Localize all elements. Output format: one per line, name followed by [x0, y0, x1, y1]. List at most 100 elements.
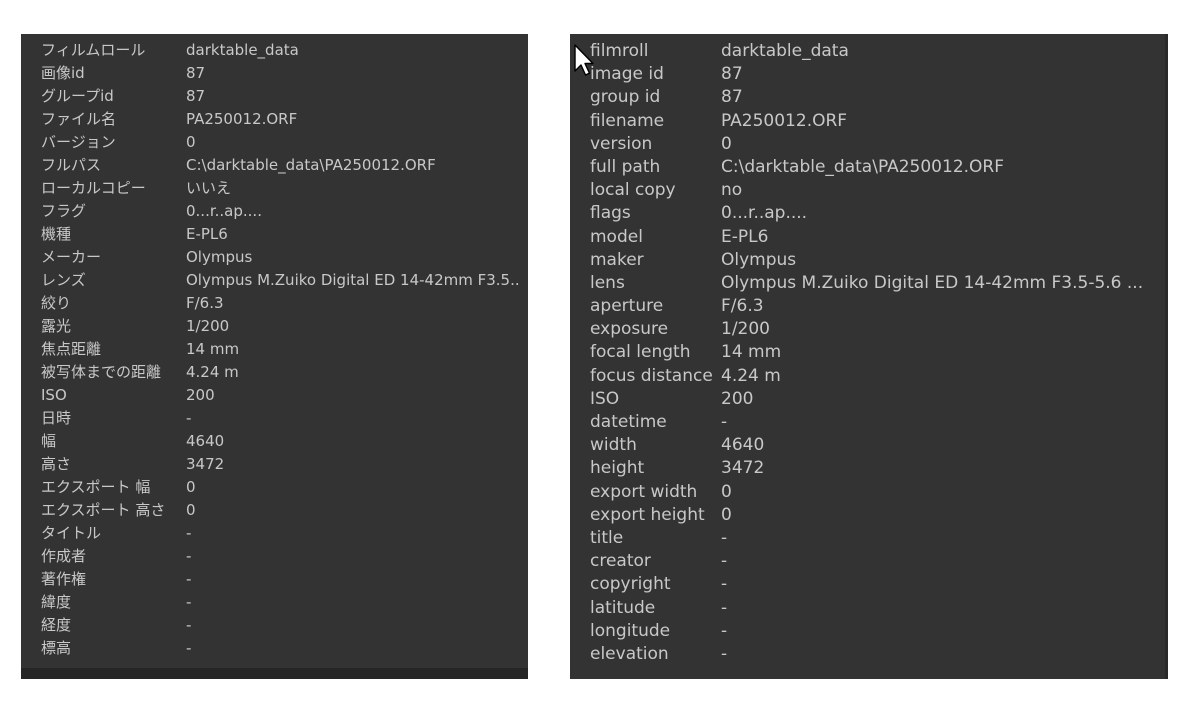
metadata-row: タイトル -	[21, 522, 528, 545]
metadata-row: focus distance 4.24 m	[570, 365, 1168, 388]
metadata-value: PA250012.ORF	[721, 110, 848, 131]
metadata-row: copyright -	[570, 573, 1168, 596]
metadata-value: Olympus	[186, 248, 253, 266]
metadata-value: 0	[186, 478, 196, 496]
metadata-value: Olympus M.Zuiko Digital ED 14-42mm F3.5.…	[186, 271, 521, 289]
metadata-label: latitude	[590, 597, 656, 618]
metadata-row: エクスポート 高さ 0	[21, 499, 528, 522]
metadata-row: image id 87	[570, 63, 1168, 86]
metadata-row: 緯度 -	[21, 591, 528, 614]
metadata-row: focal length 14 mm	[570, 341, 1168, 364]
metadata-label: 機種	[41, 225, 72, 243]
metadata-label: 画像id	[41, 64, 85, 82]
metadata-value: 0	[721, 133, 732, 154]
metadata-row: full path C:\darktable_data\PA250012.ORF	[570, 156, 1168, 179]
metadata-row: local copy no	[570, 179, 1168, 202]
metadata-value: PA250012.ORF	[186, 110, 298, 128]
metadata-row: maker Olympus	[570, 249, 1168, 272]
metadata-value: -	[186, 409, 192, 427]
metadata-row: 標高 -	[21, 637, 528, 660]
metadata-value: -	[721, 574, 728, 595]
metadata-value: -	[721, 597, 728, 618]
metadata-row: フルパス C:\darktable_data\PA250012.ORF	[21, 154, 528, 177]
metadata-value: 0	[186, 133, 196, 151]
metadata-value: Olympus M.Zuiko Digital ED 14-42mm F3.5-…	[721, 272, 1144, 293]
metadata-label: model	[590, 226, 643, 247]
metadata-label: focal length	[590, 342, 691, 363]
image-information-panel-japanese: フィルムロール darktable_data 画像id 87 グループid 87 ファイル名…	[21, 34, 528, 679]
metadata-value: C:\darktable_data\PA250012.ORF	[186, 156, 436, 174]
metadata-label: title	[590, 527, 624, 548]
metadata-value: -	[721, 620, 728, 641]
metadata-label: 日時	[41, 409, 72, 427]
metadata-value: darktable_data	[721, 41, 849, 61]
metadata-label: タイトル	[41, 524, 102, 542]
metadata-label: lens	[590, 272, 625, 293]
metadata-value: 200	[186, 386, 215, 404]
metadata-value: E-PL6	[721, 226, 769, 247]
metadata-label: 作成者	[41, 547, 87, 565]
metadata-value: 87	[721, 87, 743, 108]
metadata-value: 14 mm	[186, 340, 240, 358]
metadata-value: C:\darktable_data\PA250012.ORF	[721, 156, 1005, 177]
metadata-label: focus distance	[590, 365, 713, 386]
metadata-label: exposure	[590, 319, 669, 340]
metadata-label: 絞り	[41, 294, 72, 312]
metadata-value: いいえ	[186, 179, 232, 197]
panel-right-edge	[1165, 34, 1168, 679]
metadata-label: グループid	[41, 87, 114, 105]
metadata-row: ファイル名 PA250012.ORF	[21, 108, 528, 131]
metadata-row: 高さ 3472	[21, 453, 528, 476]
metadata-list: filmroll darktable_data image id 87 group id…	[570, 40, 1168, 666]
metadata-row: グループid 87	[21, 85, 528, 108]
metadata-value: 4640	[186, 432, 225, 450]
metadata-value: 0...r..ap....	[186, 202, 262, 220]
image-information-panel-english: filmroll darktable_data image id 87 group id…	[570, 34, 1168, 679]
metadata-row: メーカー Olympus	[21, 246, 528, 269]
metadata-label: version	[590, 133, 653, 154]
metadata-label: フルパス	[41, 156, 102, 174]
metadata-row: elevation -	[570, 643, 1168, 666]
metadata-label: レンズ	[41, 271, 86, 289]
metadata-row: フラグ 0...r..ap....	[21, 200, 528, 223]
metadata-label: group id	[590, 87, 661, 108]
metadata-value: -	[186, 616, 192, 634]
metadata-label: height	[590, 458, 645, 479]
metadata-row: latitude -	[570, 597, 1168, 620]
metadata-row: 露光 1/200	[21, 315, 528, 338]
metadata-row: ローカルコピー いいえ	[21, 177, 528, 200]
metadata-row: 幅 4640	[21, 430, 528, 453]
metadata-label: フラグ	[41, 202, 87, 220]
metadata-value: 1/200	[186, 317, 230, 335]
metadata-value: 3472	[721, 458, 765, 479]
metadata-row: 作成者 -	[21, 545, 528, 568]
metadata-row: 日時 -	[21, 407, 528, 430]
metadata-label: datetime	[590, 412, 667, 432]
metadata-value: -	[186, 547, 192, 565]
metadata-row: longitude -	[570, 620, 1168, 643]
metadata-value: 4640	[721, 435, 765, 456]
metadata-label: 幅	[41, 432, 57, 450]
metadata-value: no	[721, 180, 743, 201]
metadata-label: ファイル名	[41, 110, 117, 128]
metadata-label: creator	[590, 551, 651, 572]
metadata-label: export height	[590, 504, 705, 525]
metadata-row: lens Olympus M.Zuiko Digital ED 14-42mm F…	[570, 272, 1168, 295]
metadata-row: creator -	[570, 550, 1168, 573]
metadata-row: レンズ Olympus M.Zuiko Digital ED 14-42mm F3…	[21, 269, 528, 292]
metadata-value: 87	[186, 87, 206, 105]
metadata-value: F/6.3	[721, 296, 764, 317]
metadata-row: ISO 200	[570, 388, 1168, 411]
metadata-list: フィルムロール darktable_data 画像id 87 グループid 87 ファイル名…	[21, 39, 528, 660]
metadata-row: 画像id 87	[21, 62, 528, 85]
metadata-label: 被写体までの距離	[41, 363, 162, 381]
metadata-label: 経度	[41, 616, 72, 634]
metadata-row: 著作権 -	[21, 568, 528, 591]
metadata-row: 被写体までの距離 4.24 m	[21, 361, 528, 384]
metadata-value: 14 mm	[721, 342, 782, 363]
metadata-value: -	[721, 527, 728, 548]
metadata-value: -	[721, 412, 728, 432]
metadata-label: filename	[590, 110, 665, 131]
metadata-label: バージョン	[41, 133, 116, 151]
metadata-row: flags 0...r..ap....	[570, 202, 1168, 225]
